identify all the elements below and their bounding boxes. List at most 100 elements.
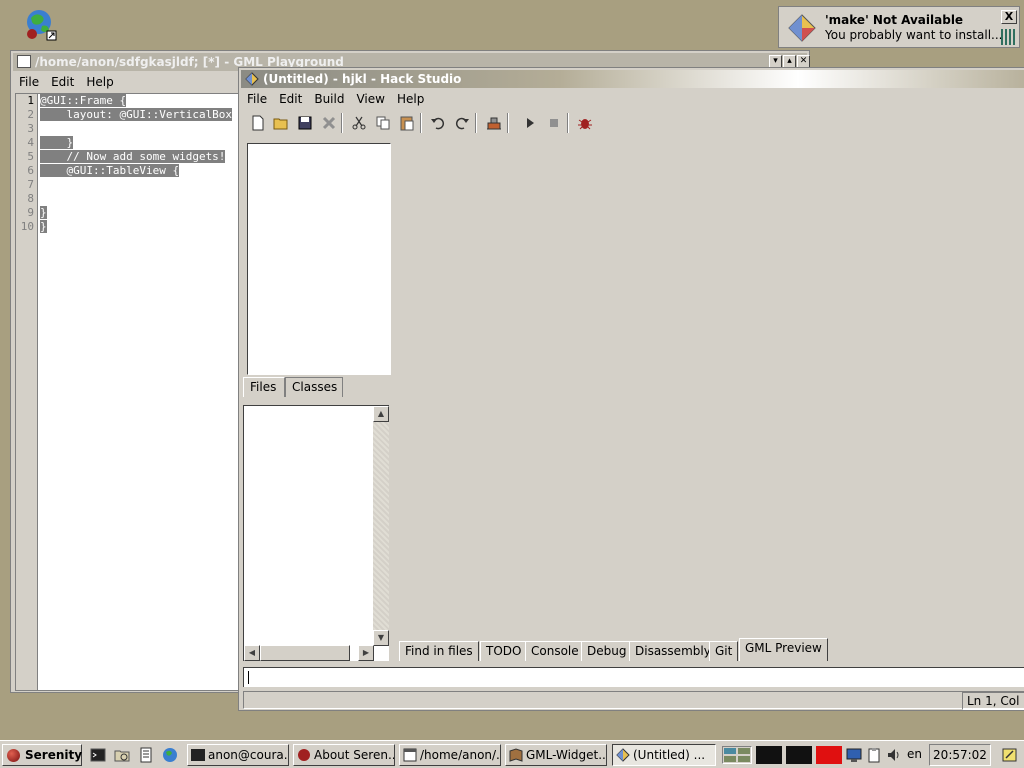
- code-line: }: [40, 220, 47, 233]
- start-label: Serenity: [25, 748, 83, 762]
- browser-icon[interactable]: [162, 747, 178, 763]
- taskbar-button-label: (Untitled) ...: [633, 748, 706, 762]
- menu-edit[interactable]: Edit: [45, 73, 80, 91]
- hack-studio-app-icon: [245, 72, 259, 86]
- cut-icon[interactable]: [348, 112, 370, 134]
- line-number: 10: [20, 220, 34, 233]
- undo-icon[interactable]: [427, 112, 449, 134]
- code-line: @GUI::Frame {: [40, 94, 127, 107]
- copy-icon[interactable]: [372, 112, 394, 134]
- notification-progress-icon: [1001, 29, 1017, 45]
- taskbar: Serenity anon@coura... About Seren... /h…: [0, 740, 1024, 768]
- hack-studio-titlebar[interactable]: (Untitled) - hjkl - Hack Studio: [241, 70, 1024, 88]
- tab-gml-preview[interactable]: GML Preview: [739, 638, 828, 661]
- open-folder-icon[interactable]: [270, 112, 292, 134]
- project-file-tree[interactable]: [247, 143, 391, 375]
- terminal-icon[interactable]: [90, 747, 106, 763]
- taskbar-button-hack-studio[interactable]: (Untitled) ...: [612, 744, 716, 766]
- network-icon[interactable]: [846, 747, 862, 763]
- debug-icon[interactable]: [574, 112, 596, 134]
- code-line: @GUI::TableView {: [40, 164, 180, 177]
- redo-icon[interactable]: [451, 112, 473, 134]
- cursor-position: Ln 1, Col 0: [962, 692, 1024, 710]
- tab-files[interactable]: Files: [243, 377, 285, 397]
- vertical-scrollbar[interactable]: ▲ ▼: [373, 406, 389, 646]
- hack-studio-toolbar: [243, 110, 1024, 136]
- paste-icon[interactable]: [396, 112, 418, 134]
- close-file-icon[interactable]: [318, 112, 340, 134]
- text-cursor: [248, 671, 249, 684]
- side-panel-list[interactable]: ▲ ▼ ◀ ▶: [243, 405, 389, 661]
- terminal-icon: [191, 748, 205, 762]
- scroll-down-icon[interactable]: ▼: [373, 630, 389, 646]
- line-number: 3: [27, 122, 34, 135]
- file-manager-icon[interactable]: [114, 747, 130, 763]
- command-input[interactable]: [243, 667, 1024, 687]
- clock[interactable]: 20:57:02: [929, 744, 991, 766]
- window-icon: [17, 55, 31, 68]
- clipboard-icon[interactable]: [866, 747, 882, 763]
- scroll-left-icon[interactable]: ◀: [244, 645, 260, 661]
- tab-console[interactable]: Console: [525, 641, 585, 661]
- scroll-up-icon[interactable]: ▲: [373, 406, 389, 422]
- line-number: 1: [27, 94, 34, 107]
- taskbar-button-about[interactable]: About Seren...: [293, 744, 395, 766]
- menu-help[interactable]: Help: [391, 90, 430, 108]
- line-number: 2: [27, 108, 34, 121]
- taskbar-button-label: About Seren...: [314, 748, 395, 762]
- gml-code-editor[interactable]: 1 2 3 4 5 6 7 8 9 10 @GUI::Frame { layou…: [15, 93, 239, 691]
- tab-disassembly[interactable]: Disassembly: [629, 641, 717, 661]
- line-number: 5: [27, 150, 34, 163]
- status-bar: Ln 1, Col 0: [243, 691, 1024, 710]
- hack-studio-title: (Untitled) - hjkl - Hack Studio: [263, 72, 462, 86]
- code-line: }: [40, 206, 47, 219]
- taskbar-button-label: anon@coura...: [208, 748, 289, 762]
- menu-help[interactable]: Help: [80, 73, 119, 91]
- taskbar-button-label: /home/anon/...: [420, 748, 501, 762]
- hack-studio-icon: [787, 13, 817, 43]
- menu-edit[interactable]: Edit: [273, 90, 308, 108]
- stop-icon[interactable]: [543, 112, 565, 134]
- menu-build[interactable]: Build: [308, 90, 350, 108]
- notification-message: You probably want to install...: [825, 28, 1003, 42]
- new-file-icon[interactable]: [247, 112, 269, 134]
- taskbar-button-gml-playground[interactable]: /home/anon/...: [399, 744, 501, 766]
- line-number: 4: [27, 136, 34, 149]
- gml-menubar: File Edit Help: [13, 73, 120, 91]
- text-editor-icon[interactable]: [138, 747, 154, 763]
- tab-todo[interactable]: TODO: [480, 641, 528, 661]
- window-icon: [403, 748, 417, 762]
- volume-icon[interactable]: [886, 747, 902, 763]
- keymap-indicator[interactable]: en: [907, 747, 922, 761]
- tab-classes[interactable]: Classes: [285, 377, 343, 397]
- desktop-browser-icon[interactable]: [24, 8, 58, 42]
- line-number: 7: [27, 178, 34, 191]
- tab-debug[interactable]: Debug: [581, 641, 633, 661]
- code-line: }: [40, 136, 74, 149]
- code-text: @GUI::Frame { layout: @GUI::VerticalBox …: [40, 94, 238, 234]
- workspace-switcher[interactable]: [722, 746, 752, 764]
- line-number: 9: [27, 206, 34, 219]
- line-number: 8: [27, 192, 34, 205]
- notification-close-button[interactable]: X: [1001, 10, 1017, 24]
- menu-file[interactable]: File: [13, 73, 45, 91]
- horizontal-scrollbar[interactable]: ◀ ▶: [244, 645, 374, 661]
- scroll-thumb[interactable]: [260, 645, 350, 661]
- memory-graph: [786, 746, 812, 764]
- scroll-right-icon[interactable]: ▶: [358, 645, 374, 661]
- network-graph: [816, 746, 842, 764]
- taskbar-button-terminal[interactable]: anon@coura...: [187, 744, 289, 766]
- line-number: 6: [27, 164, 34, 177]
- tab-git[interactable]: Git: [709, 641, 739, 661]
- menu-view[interactable]: View: [350, 90, 390, 108]
- build-icon[interactable]: [483, 112, 505, 134]
- save-icon[interactable]: [294, 112, 316, 134]
- tab-find-in-files[interactable]: Find in files: [399, 641, 479, 661]
- start-button[interactable]: Serenity: [2, 744, 82, 766]
- run-icon[interactable]: [519, 112, 541, 134]
- taskbar-button-label: GML-Widget...: [526, 748, 607, 762]
- taskbar-button-gml-widget[interactable]: GML-Widget...: [505, 744, 607, 766]
- code-line: layout: @GUI::VerticalBox: [40, 108, 233, 121]
- menu-file[interactable]: File: [241, 90, 273, 108]
- notes-icon[interactable]: [1002, 747, 1018, 763]
